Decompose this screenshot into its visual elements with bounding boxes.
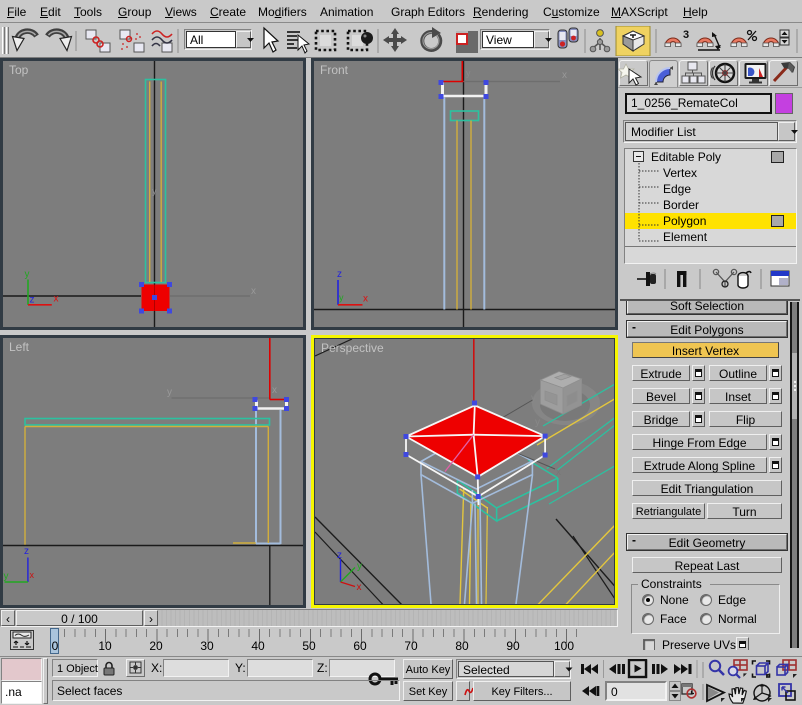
svg-text:x: x bbox=[30, 570, 35, 580]
svg-text:y: y bbox=[531, 393, 536, 404]
svg-text:y: y bbox=[25, 269, 30, 280]
svg-text:y: y bbox=[339, 293, 344, 303]
svg-text:y: y bbox=[535, 417, 540, 428]
svg-text:x: x bbox=[251, 286, 256, 297]
svg-text:z: z bbox=[24, 546, 29, 557]
svg-text:x: x bbox=[54, 294, 59, 305]
svg-text:x: x bbox=[363, 294, 368, 305]
svg-text:y: y bbox=[4, 571, 9, 582]
svg-text:z: z bbox=[30, 295, 35, 306]
svg-text:x: x bbox=[556, 467, 561, 478]
svg-text:y: y bbox=[466, 68, 471, 78]
svg-text:y: y bbox=[357, 561, 362, 572]
svg-text:y: y bbox=[167, 387, 172, 398]
svg-text:z: z bbox=[337, 269, 342, 280]
svg-text:3: 3 bbox=[683, 29, 689, 41]
svg-text:x: x bbox=[272, 385, 277, 396]
svg-text:y: y bbox=[152, 186, 157, 196]
svg-text:x: x bbox=[357, 582, 362, 593]
svg-text:x: x bbox=[562, 70, 567, 81]
svg-text:z: z bbox=[337, 550, 342, 561]
